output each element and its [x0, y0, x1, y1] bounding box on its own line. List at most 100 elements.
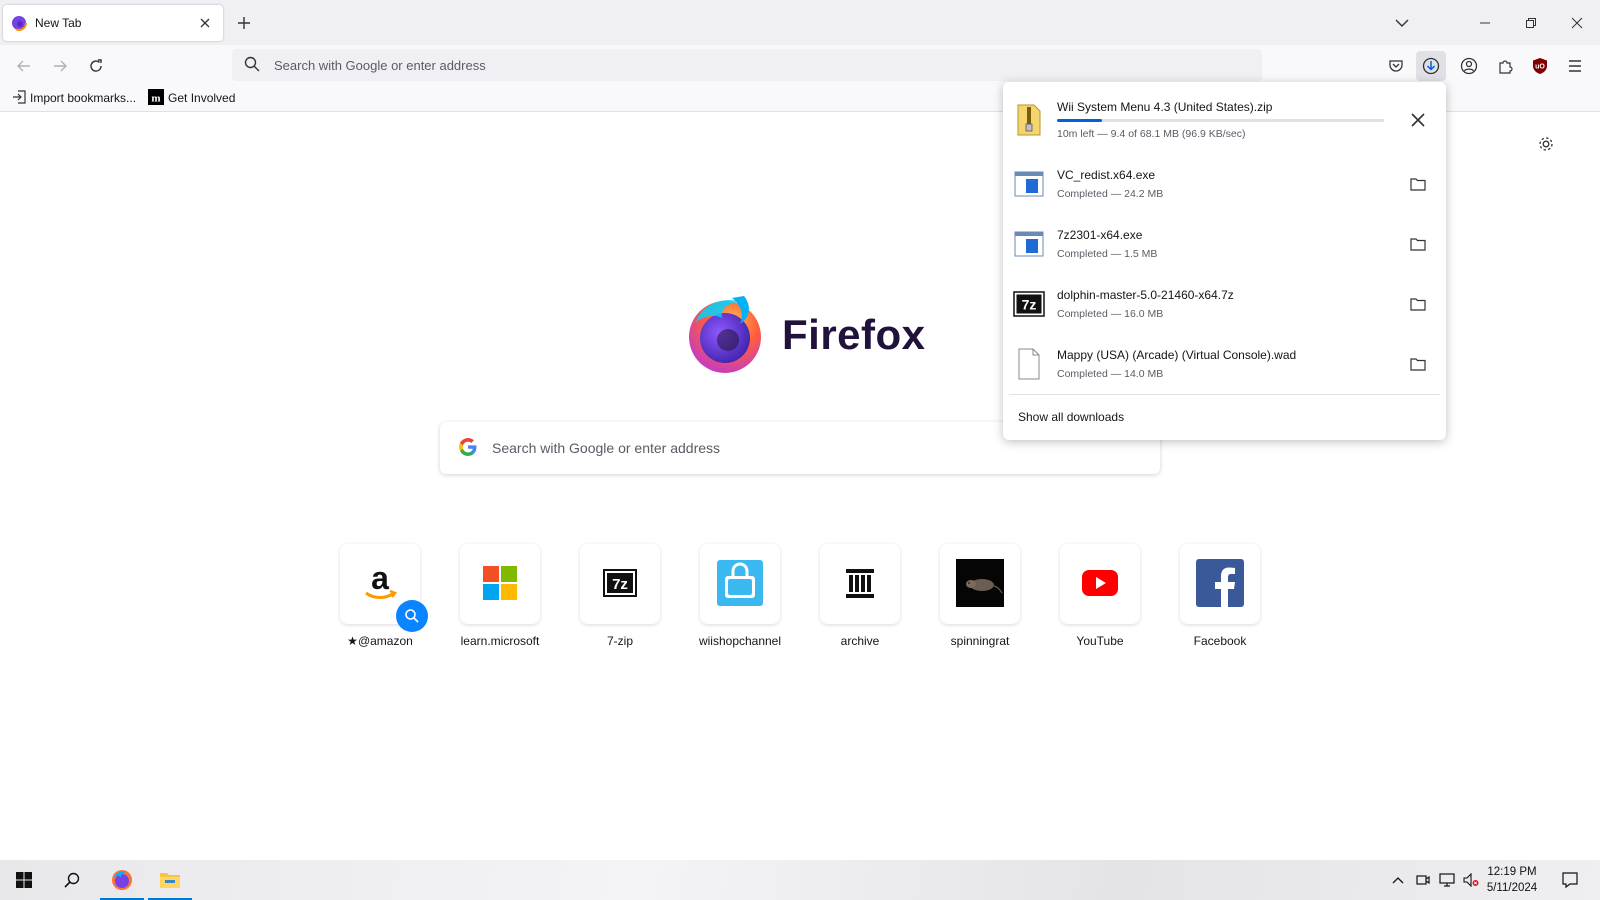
download-info: Wii System Menu 4.3 (United States).zip … — [1057, 100, 1387, 140]
facebook-icon — [1196, 558, 1244, 610]
tab-title: New Tab — [35, 16, 82, 30]
pin-icon: ★ — [347, 634, 358, 648]
meet-now-camera-icon[interactable] — [1412, 860, 1434, 900]
restore-button[interactable] — [1508, 0, 1554, 45]
download-info: 7z2301-x64.exe Completed — 1.5 MB — [1057, 228, 1387, 260]
address-bar-placeholder: Search with Google or enter address — [274, 57, 486, 73]
7zip-icon: 7z — [603, 568, 637, 600]
bookmark-import[interactable]: Import bookmarks... — [12, 89, 137, 107]
shortcut-7zip[interactable]: 7z 7-zip — [580, 544, 660, 648]
shortcut-label: ★@amazon — [347, 634, 413, 648]
show-in-folder-icon[interactable] — [1404, 350, 1432, 378]
firefox-logo-icon — [684, 292, 766, 377]
download-item[interactable]: VC_redist.x64.exe Completed — 24.2 MB — [1003, 154, 1446, 214]
tab-new-tab[interactable]: New Tab — [3, 5, 223, 41]
show-all-downloads-link[interactable]: Show all downloads — [1018, 410, 1124, 424]
taskbar-file-explorer-icon[interactable] — [146, 860, 194, 900]
download-item[interactable]: 7z2301-x64.exe Completed — 1.5 MB — [1003, 214, 1446, 274]
svg-text:a: a — [371, 561, 389, 596]
shortcut-archive[interactable]: archive — [820, 544, 900, 648]
taskbar: 12:19 PM 5/11/2024 — [0, 860, 1600, 900]
shortcut-facebook[interactable]: Facebook — [1180, 544, 1260, 648]
download-name: Wii System Menu 4.3 (United States).zip — [1057, 100, 1273, 114]
top-sites: a ★@amazon learn.microsoft 7z 7-zip wiis… — [340, 544, 1260, 648]
shortcut-learn-microsoft[interactable]: learn.microsoft — [460, 544, 540, 648]
exe-icon — [1013, 168, 1045, 200]
close-window-button[interactable] — [1554, 0, 1600, 45]
search-box-placeholder: Search with Google or enter address — [492, 440, 721, 456]
exe-icon — [1013, 228, 1045, 260]
download-item[interactable]: Mappy (USA) (Arcade) (Virtual Console).w… — [1003, 334, 1446, 394]
downloads-button[interactable] — [1416, 51, 1446, 81]
tab-strip: New Tab — [0, 0, 1600, 45]
reload-button[interactable] — [82, 52, 110, 80]
address-bar[interactable]: Search with Google or enter address — [232, 49, 1262, 81]
show-hidden-icons-chevron-icon[interactable] — [1386, 860, 1410, 900]
windows-start-icon[interactable] — [0, 860, 48, 900]
download-progress-fill — [1057, 119, 1103, 122]
shortcut-spinningrat[interactable]: spinningrat — [940, 544, 1020, 648]
shortcut-youtube[interactable]: YouTube — [1060, 544, 1140, 648]
firefox-wordmark: Firefox — [782, 310, 926, 358]
download-name: 7z2301-x64.exe — [1057, 228, 1143, 242]
bookmark-label: Import bookmarks... — [30, 91, 137, 105]
shortcut-wiishopchannel[interactable]: wiishopchannel — [698, 544, 782, 648]
navigation-toolbar: Search with Google or enter address uO — [0, 45, 1600, 85]
show-in-folder-icon[interactable] — [1404, 170, 1432, 198]
svg-text:7z: 7z — [1022, 297, 1037, 313]
back-button[interactable] — [10, 52, 38, 80]
network-icon[interactable] — [1436, 860, 1458, 900]
archive-icon — [844, 567, 876, 602]
bookmark-label: Get Involved — [168, 91, 236, 105]
shortcut-tile[interactable] — [820, 544, 900, 624]
google-icon — [458, 437, 478, 460]
show-in-folder-icon[interactable] — [1404, 290, 1432, 318]
hamburger-menu-icon[interactable] — [1560, 51, 1590, 81]
downloads-panel: Wii System Menu 4.3 (United States).zip … — [1003, 82, 1446, 440]
notifications-icon[interactable] — [1554, 860, 1586, 900]
minimize-button[interactable] — [1462, 0, 1508, 45]
svg-text:uO: uO — [1535, 64, 1545, 71]
svg-text:m: m — [151, 92, 160, 104]
shortcut-label: 7-zip — [606, 634, 633, 648]
extensions-puzzle-icon[interactable] — [1490, 51, 1520, 81]
zip-icon — [1013, 104, 1045, 136]
7z-icon: 7z — [1013, 288, 1045, 320]
pocket-icon[interactable] — [1381, 51, 1411, 81]
list-all-tabs-chevron-icon[interactable] — [1390, 11, 1414, 35]
new-tab-button[interactable] — [232, 11, 256, 35]
shortcut-tile[interactable]: 7z — [580, 544, 660, 624]
show-in-folder-icon[interactable] — [1404, 230, 1432, 258]
account-icon[interactable] — [1454, 51, 1484, 81]
shortcut-tile[interactable] — [460, 544, 540, 624]
download-name: dolphin-master-5.0-21460-x64.7z — [1057, 288, 1234, 302]
taskbar-search-icon[interactable] — [48, 860, 96, 900]
search-icon — [244, 56, 260, 75]
clock-time: 12:19 PM — [1487, 866, 1537, 878]
gear-icon[interactable] — [1534, 132, 1558, 156]
shortcut-amazon[interactable]: a ★@amazon — [340, 544, 428, 648]
download-item[interactable]: 7z dolphin-master-5.0-21460-x64.7z Compl… — [1003, 274, 1446, 334]
import-icon — [12, 89, 26, 107]
shopping-bag-icon — [716, 559, 764, 610]
cancel-download-close-icon[interactable] — [1404, 106, 1432, 134]
shortcut-tile[interactable] — [1060, 544, 1140, 624]
shortcut-tile[interactable] — [700, 544, 780, 624]
forward-button[interactable] — [46, 52, 74, 80]
shortcut-tile[interactable] — [940, 544, 1020, 624]
rat-icon — [956, 558, 1004, 610]
download-status: Completed — 1.5 MB — [1057, 248, 1158, 260]
close-tab-icon[interactable] — [195, 13, 215, 33]
shortcut-tile[interactable] — [1180, 544, 1260, 624]
ublock-origin-icon[interactable]: uO — [1525, 51, 1555, 81]
shortcut-tile[interactable]: a — [340, 544, 428, 632]
bookmark-get-involved[interactable]: m Get Involved — [148, 88, 236, 108]
shortcut-label: wiishopchannel — [698, 634, 782, 648]
download-status: Completed — 14.0 MB — [1057, 368, 1164, 380]
divider — [1009, 394, 1440, 395]
taskbar-firefox-icon[interactable] — [98, 860, 146, 900]
taskbar-clock[interactable]: 12:19 PM 5/11/2024 — [1478, 864, 1546, 896]
download-item[interactable]: Wii System Menu 4.3 (United States).zip … — [1003, 90, 1446, 150]
shortcut-label: Facebook — [1193, 634, 1247, 648]
clock-date: 5/11/2024 — [1486, 882, 1538, 894]
